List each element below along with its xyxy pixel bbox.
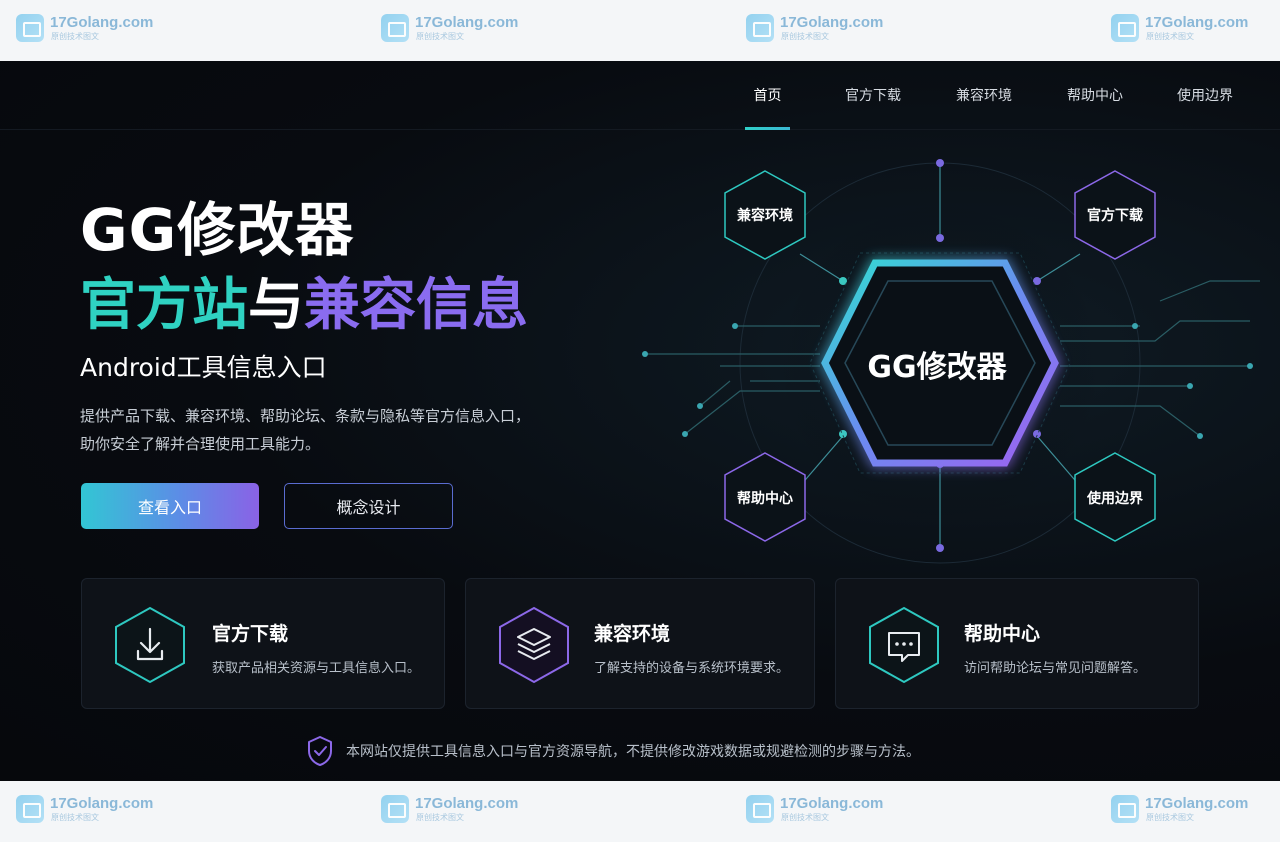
watermark-sub: 原创技术图文 <box>781 32 829 41</box>
card-description: 访问帮助论坛与常见问题解答。 <box>964 661 1147 676</box>
watermark-name: 17Golang.com <box>415 795 519 812</box>
card-description: 了解支持的设备与系统环境要求。 <box>594 661 790 676</box>
hero-subtitle-part1: 官方站 <box>80 273 248 338</box>
hero-description-line2: 助你安全了解并合理使用工具能力。 <box>80 435 321 453</box>
watermark-sub: 原创技术图文 <box>1146 813 1194 822</box>
hero-page: 首页 官方下载 兼容环境 帮助中心 使用边界 GG修改器 官方站与兼容信息 An… <box>0 61 1280 781</box>
chat-icon <box>869 606 939 684</box>
watermark-name: 17Golang.com <box>50 14 154 31</box>
nav-item-boundary[interactable]: 使用边界 <box>1175 61 1235 130</box>
watermark-sub: 原创技术图文 <box>781 813 829 822</box>
disclaimer-text: 本网站仅提供工具信息入口与官方资源导航，不提供修改游戏数据或规避检测的步骤与方法… <box>346 744 920 760</box>
top-nav: 首页 官方下载 兼容环境 帮助中心 使用边界 <box>0 61 1280 130</box>
diagram-node-download: 官方下载 <box>1087 208 1143 224</box>
watermark-name: 17Golang.com <box>780 14 884 31</box>
hero-subtitle-part3: 兼容信息 <box>304 273 528 338</box>
layers-icon <box>499 606 569 684</box>
diagram-node-compat: 兼容环境 <box>737 208 793 224</box>
watermark-logo-icon <box>1111 14 1139 42</box>
watermark: 17Golang.com 原创技术图文 <box>746 14 883 42</box>
watermark-sub: 原创技术图文 <box>416 32 464 41</box>
watermark-name: 17Golang.com <box>50 795 154 812</box>
card-description: 获取产品相关资源与工具信息入口。 <box>212 661 421 676</box>
watermark-logo-icon <box>746 14 774 42</box>
watermark-name: 17Golang.com <box>1145 795 1249 812</box>
card-compat-env[interactable]: 兼容环境 了解支持的设备与系统环境要求。 <box>465 578 815 709</box>
view-entry-button[interactable]: 查看入口 <box>81 483 259 529</box>
watermark: 17Golang.com 原创技术图文 <box>1111 795 1248 823</box>
card-help-center[interactable]: 帮助中心 访问帮助论坛与常见问题解答。 <box>835 578 1199 709</box>
diagram-node-help: 帮助中心 <box>737 491 793 507</box>
watermark-sub: 原创技术图文 <box>1146 32 1194 41</box>
watermark-name: 17Golang.com <box>1145 14 1249 31</box>
nav-item-compat[interactable]: 兼容环境 <box>954 61 1014 130</box>
watermark-logo-icon <box>16 795 44 823</box>
concept-design-button[interactable]: 概念设计 <box>284 483 453 529</box>
watermark-logo-icon <box>16 14 44 42</box>
watermark-logo-icon <box>1111 795 1139 823</box>
diagram-center-label: GG修改器 <box>867 350 1007 385</box>
hero-description: 提供产品下载、兼容环境、帮助论坛、条款与隐私等官方信息入口， 助你安全了解并合理… <box>80 402 580 458</box>
hero-title: GG修改器 <box>80 196 355 264</box>
nav-item-home[interactable]: 首页 <box>745 61 790 130</box>
watermark-logo-icon <box>746 795 774 823</box>
watermark-name: 17Golang.com <box>780 795 884 812</box>
card-title: 帮助中心 <box>964 623 1041 645</box>
watermark-sub: 原创技术图文 <box>51 32 99 41</box>
watermark-logo-icon <box>381 795 409 823</box>
watermark: 17Golang.com 原创技术图文 <box>746 795 883 823</box>
watermark-sub: 原创技术图文 <box>416 813 464 822</box>
watermark-bar-top: 17Golang.com 原创技术图文 17Golang.com 原创技术图文 17… <box>0 0 1280 61</box>
download-icon <box>115 606 185 684</box>
watermark-sub: 原创技术图文 <box>51 813 99 822</box>
diagram-node-boundary: 使用边界 <box>1087 491 1143 507</box>
card-title: 官方下载 <box>212 623 289 645</box>
nav-item-help[interactable]: 帮助中心 <box>1065 61 1125 130</box>
watermark: 17Golang.com 原创技术图文 <box>381 14 518 42</box>
watermark-logo-icon <box>381 14 409 42</box>
hero-description-line1: 提供产品下载、兼容环境、帮助论坛、条款与隐私等官方信息入口， <box>80 407 531 425</box>
hero-diagram: GG修改器 兼容环境 官方下载 帮助中心 使用边界 <box>600 141 1280 581</box>
watermark: 17Golang.com 原创技术图文 <box>1111 14 1248 42</box>
watermark-name: 17Golang.com <box>415 14 519 31</box>
hero-tagline: Android工具信息入口 <box>80 353 327 382</box>
disclaimer: 本网站仅提供工具信息入口与官方资源导航，不提供修改游戏数据或规避检测的步骤与方法… <box>306 733 920 769</box>
shield-check-icon <box>308 736 332 766</box>
hero-subtitle-part2: 与 <box>248 273 304 338</box>
watermark: 17Golang.com 原创技术图文 <box>16 14 153 42</box>
watermark-bar-bottom: 17Golang.com 原创技术图文 17Golang.com 原创技术图文 17… <box>0 781 1280 842</box>
hero-subtitle: 官方站与兼容信息 <box>80 271 528 341</box>
card-official-download[interactable]: 官方下载 获取产品相关资源与工具信息入口。 <box>81 578 445 709</box>
nav-item-download[interactable]: 官方下载 <box>843 61 903 130</box>
watermark: 17Golang.com 原创技术图文 <box>381 795 518 823</box>
card-title: 兼容环境 <box>594 623 671 645</box>
watermark: 17Golang.com 原创技术图文 <box>16 795 153 823</box>
